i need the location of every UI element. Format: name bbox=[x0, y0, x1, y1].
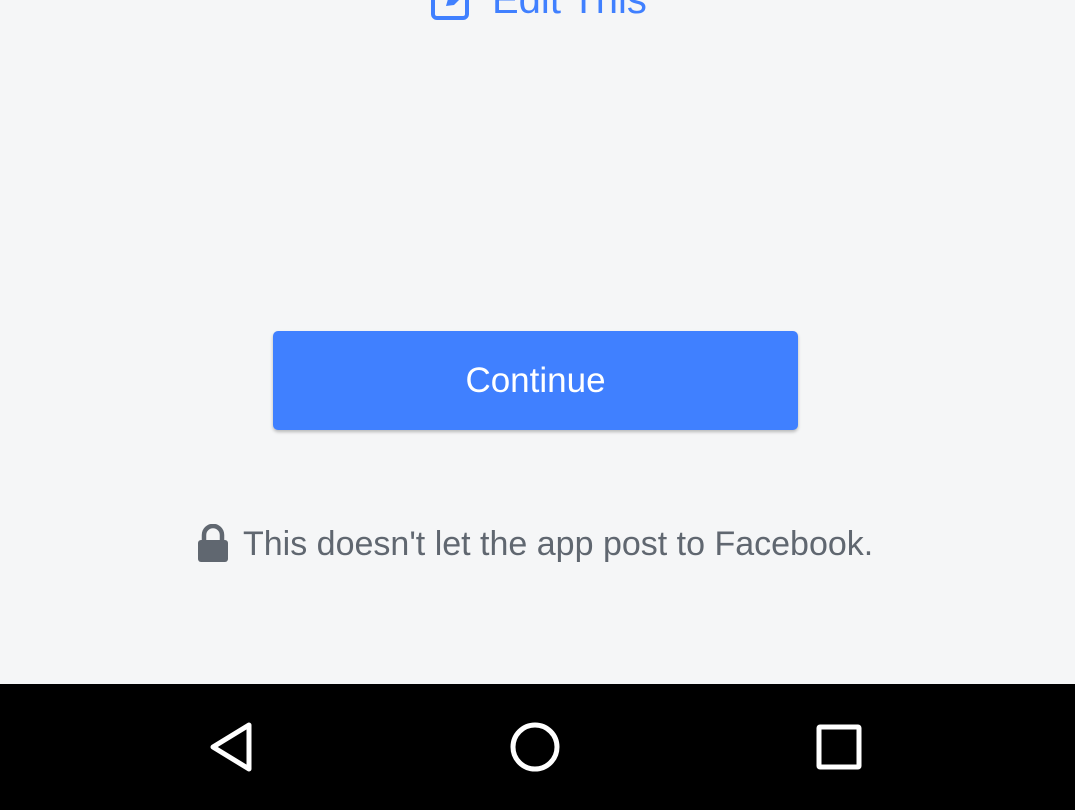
back-triangle-icon bbox=[210, 722, 252, 772]
edit-icon bbox=[431, 0, 469, 20]
system-navigation-bar bbox=[0, 684, 1075, 810]
screen: Edit This Continue This doesn't let the … bbox=[0, 0, 1075, 810]
edit-this-label: Edit This bbox=[492, 0, 647, 23]
privacy-notice-text: This doesn't let the app post to Faceboo… bbox=[243, 524, 874, 563]
recents-square-icon bbox=[816, 724, 862, 770]
recents-button[interactable] bbox=[794, 702, 884, 792]
home-button[interactable] bbox=[490, 702, 580, 792]
continue-button-label: Continue bbox=[465, 360, 606, 400]
lock-icon bbox=[198, 524, 228, 562]
continue-button[interactable]: Continue bbox=[273, 331, 798, 430]
back-button[interactable] bbox=[187, 702, 277, 792]
edit-this-link[interactable]: Edit This bbox=[430, 0, 647, 22]
privacy-notice: This doesn't let the app post to Faceboo… bbox=[196, 520, 873, 568]
home-circle-icon bbox=[510, 722, 560, 772]
